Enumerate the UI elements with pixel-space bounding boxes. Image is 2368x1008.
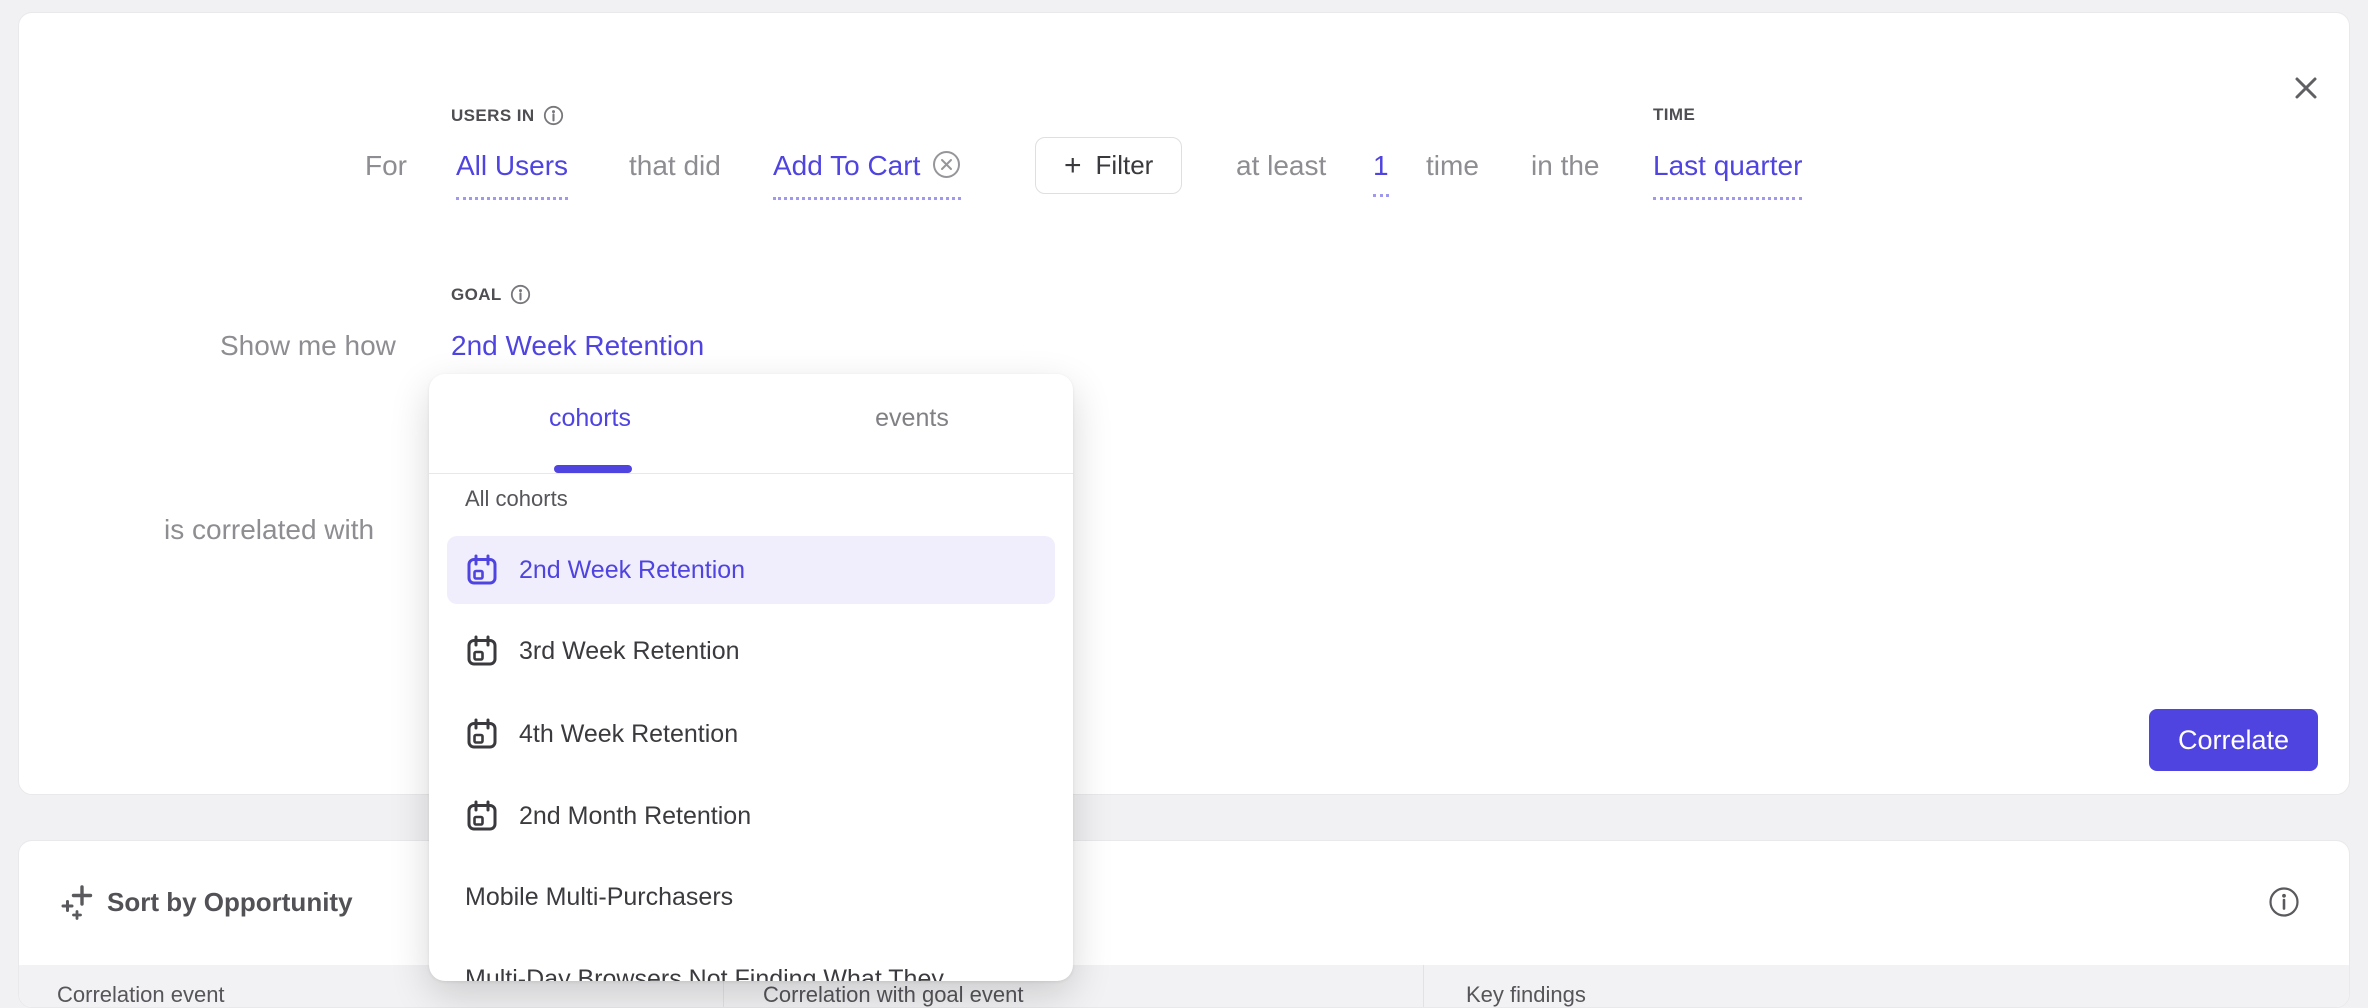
active-tab-indicator	[554, 465, 632, 473]
dropdown-tabs: cohorts events	[429, 374, 1073, 474]
goal-selector[interactable]: 2nd Week Retention	[451, 326, 704, 380]
time-label: TIME	[1653, 105, 1695, 125]
column-divider	[1423, 965, 1424, 1008]
event-selector[interactable]: Add To Cart	[773, 146, 961, 200]
filter-button-label: Filter	[1096, 150, 1154, 181]
column-header-correlation-event: Correlation event	[57, 982, 225, 1008]
goal-value: 2nd Week Retention	[451, 326, 704, 380]
count-value: 1	[1373, 146, 1389, 197]
show-me-how-text: Show me how	[220, 326, 396, 366]
results-card: Sort by Opportunity Correlation event Co…	[18, 840, 2350, 1008]
correlate-button[interactable]: Correlate	[2149, 709, 2318, 771]
list-item-2nd-week-retention[interactable]: 2nd Week Retention	[447, 536, 1055, 604]
time-word-text: time	[1426, 146, 1479, 186]
at-least-text: at least	[1236, 146, 1326, 186]
all-cohorts-section-label: All cohorts	[465, 486, 568, 512]
results-table-header: Correlation event Correlation with goal …	[19, 965, 2349, 1008]
that-did-text: that did	[629, 146, 721, 186]
time-range-value: Last quarter	[1653, 146, 1802, 200]
column-header-key-findings: Key findings	[1466, 982, 1586, 1008]
users-in-label: USERS IN	[451, 105, 564, 126]
opportunity-sparkle-icon	[59, 883, 99, 923]
info-icon[interactable]	[510, 284, 531, 305]
list-item-mobile-multi-purchasers[interactable]: Mobile Multi-Purchasers	[447, 863, 1055, 931]
correlate-screen: USERS IN TIME GOAL Fo	[0, 0, 2368, 1008]
list-item-2nd-month-retention[interactable]: 2nd Month Retention	[447, 782, 1055, 850]
plus-icon: +	[1064, 151, 1082, 181]
info-icon[interactable]	[543, 105, 564, 126]
event-value: Add To Cart	[773, 150, 920, 181]
column-header-correlation-with-goal: Correlation with goal event	[763, 982, 1023, 1008]
sort-by-opportunity-label[interactable]: Sort by Opportunity	[107, 887, 353, 918]
calendar-icon	[465, 553, 499, 587]
time-range-selector[interactable]: Last quarter	[1653, 146, 1802, 200]
remove-event-icon[interactable]	[932, 150, 961, 179]
count-selector[interactable]: 1	[1373, 146, 1389, 197]
in-the-text: in the	[1531, 146, 1600, 186]
users-selector[interactable]: All Users	[456, 146, 568, 200]
for-text: For	[365, 146, 407, 186]
users-value: All Users	[456, 146, 568, 200]
goal-picker-dropdown: cohorts events All cohorts 2nd Week Rete…	[429, 374, 1073, 981]
close-icon[interactable]	[2291, 73, 2321, 103]
list-item-4th-week-retention[interactable]: 4th Week Retention	[447, 700, 1055, 768]
query-builder-card: USERS IN TIME GOAL Fo	[18, 12, 2350, 795]
list-item-3rd-week-retention[interactable]: 3rd Week Retention	[447, 617, 1055, 685]
tab-events[interactable]: events	[751, 374, 1073, 473]
calendar-icon	[465, 717, 499, 751]
calendar-icon	[465, 634, 499, 668]
list-item-multi-day-browsers[interactable]: Multi-Day Browsers Not Finding What They	[447, 945, 1055, 981]
calendar-icon	[465, 799, 499, 833]
tab-cohorts[interactable]: cohorts	[429, 374, 751, 473]
info-icon[interactable]	[2267, 885, 2301, 919]
add-filter-button[interactable]: + Filter	[1035, 137, 1182, 194]
is-correlated-with-text: is correlated with	[164, 510, 374, 550]
sort-row: Sort by Opportunity	[19, 841, 2349, 965]
goal-label: GOAL	[451, 284, 531, 305]
